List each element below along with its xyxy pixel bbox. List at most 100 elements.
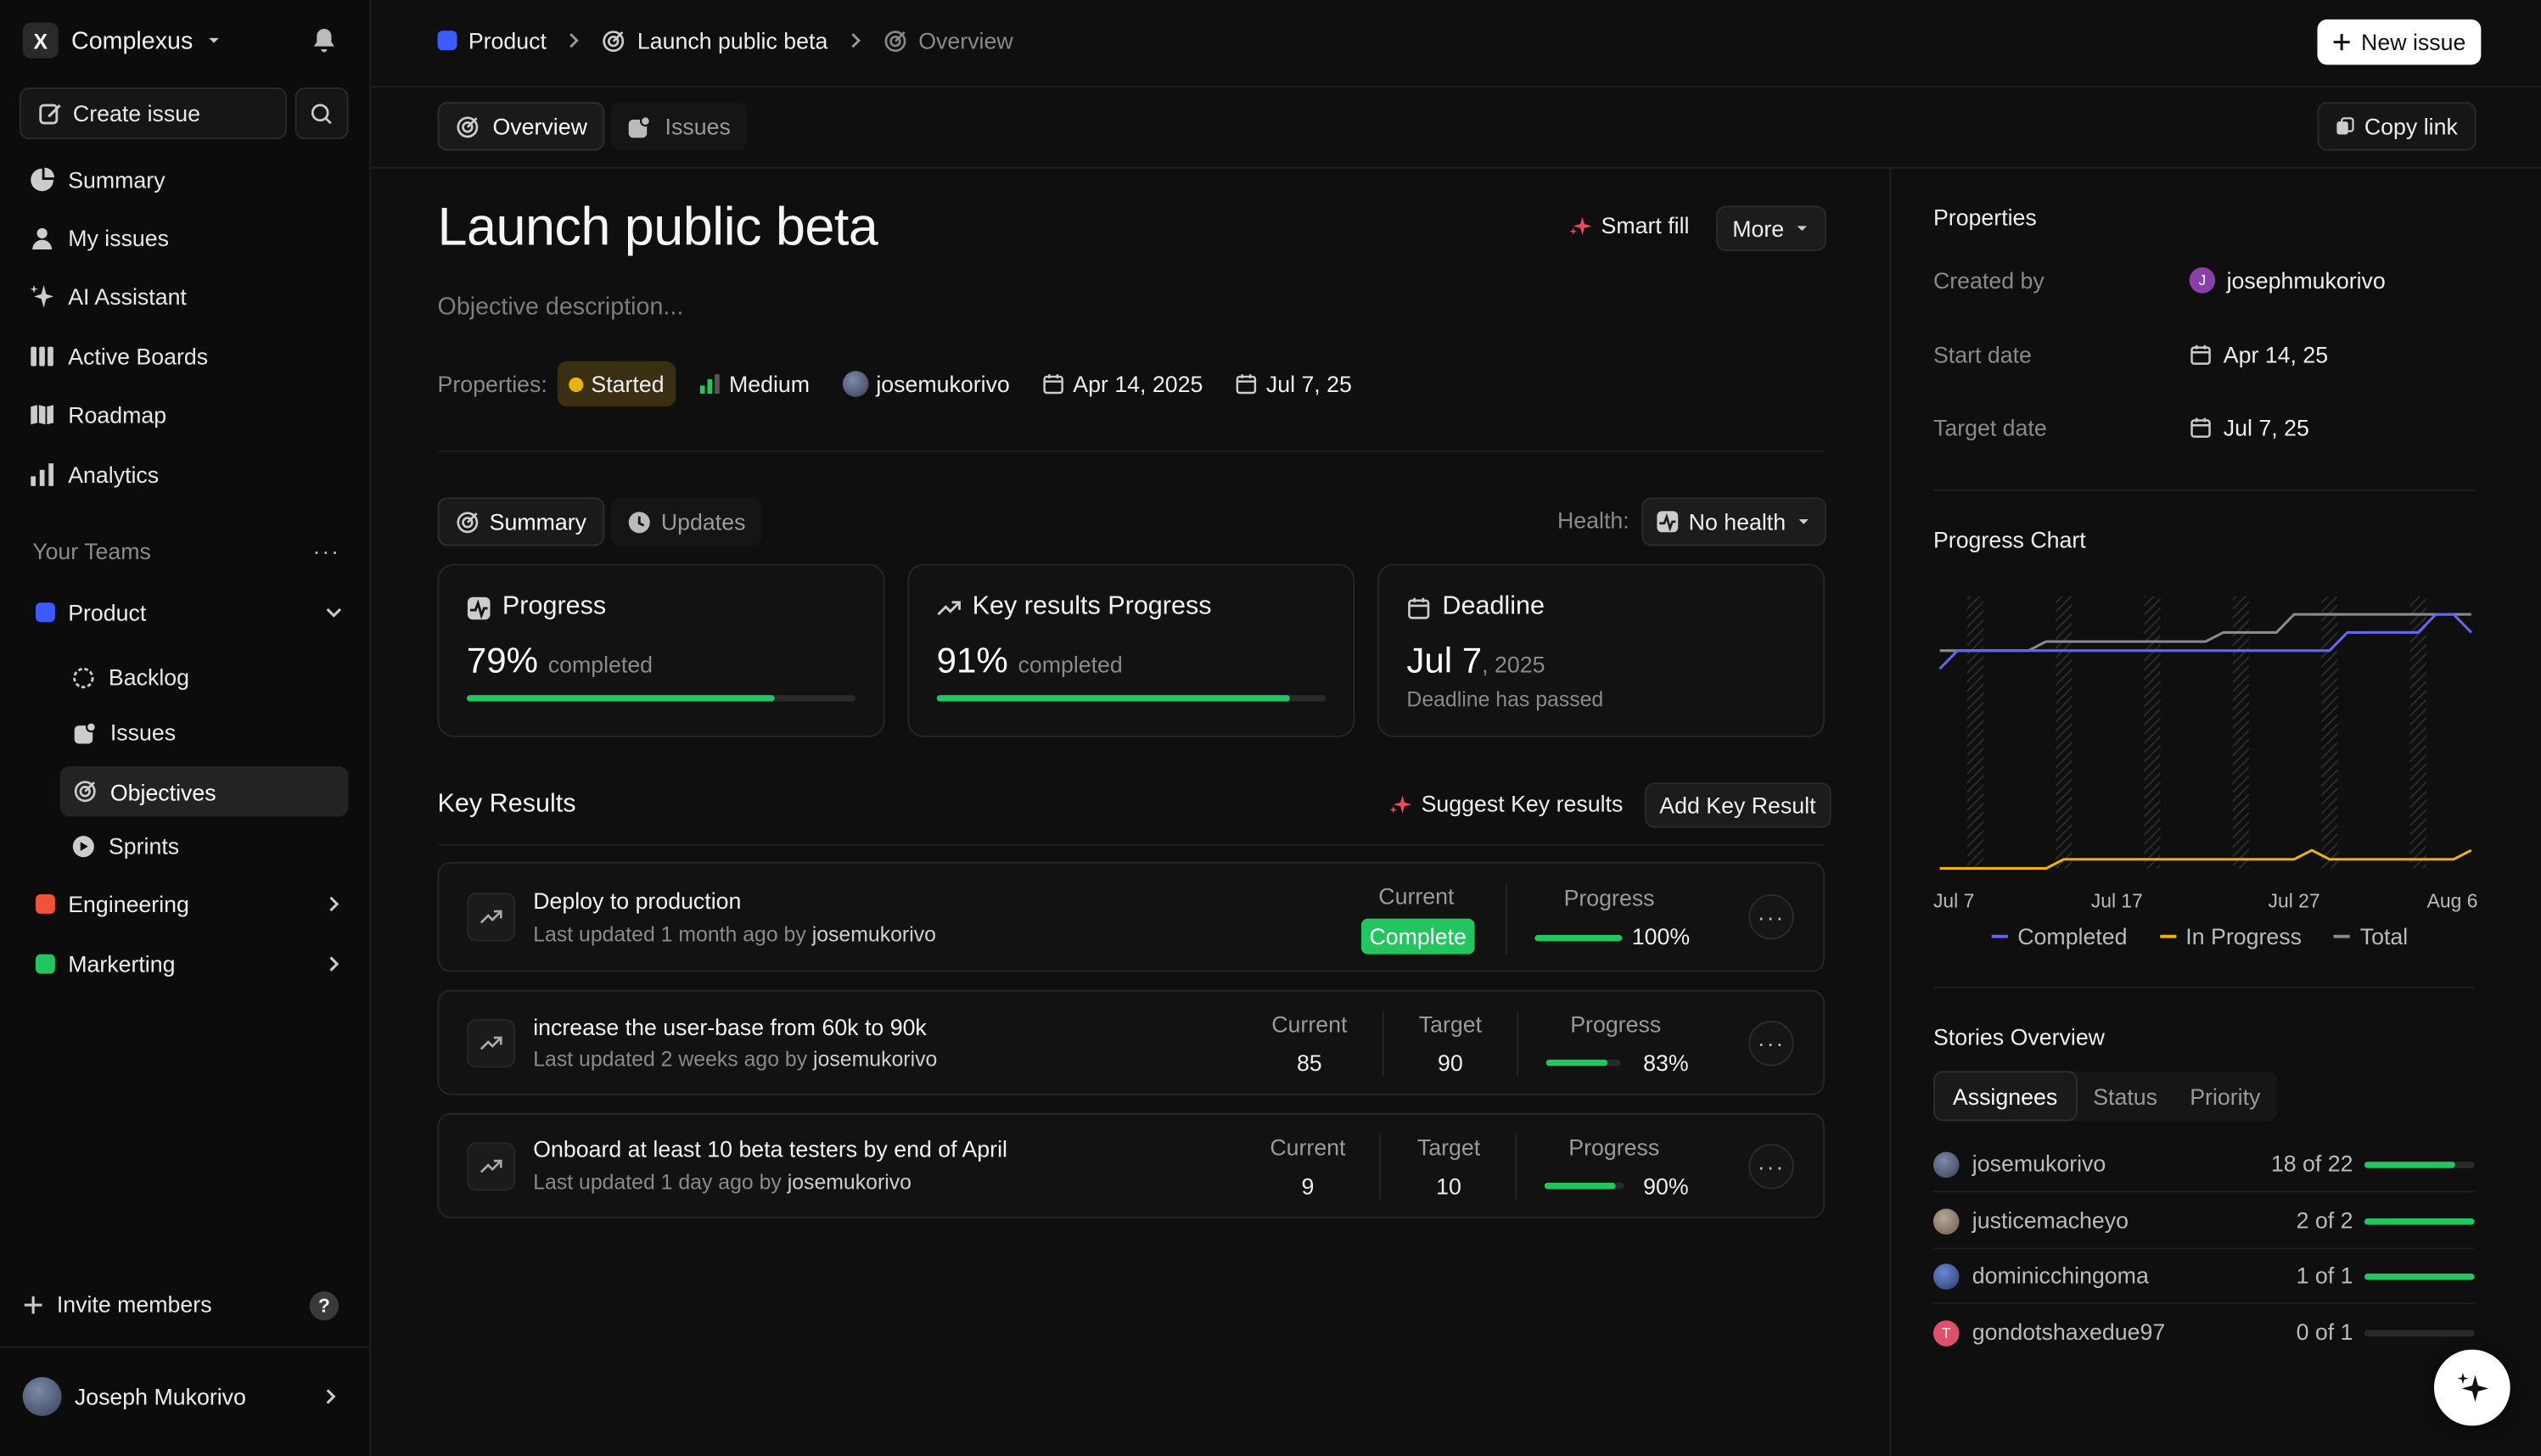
nav-roadmap[interactable]: Roadmap [29,402,166,428]
nav-ai-assistant[interactable]: AI Assistant [29,283,187,310]
trending-up-icon [466,1142,516,1191]
search-button[interactable] [294,87,349,140]
invite-members-button[interactable]: Invite members [23,1291,212,1317]
team-item-sprints[interactable]: Sprints [71,832,179,859]
updated-by: josemukorivo [813,1046,938,1072]
add-key-result-button[interactable]: Add Key Result [1645,782,1831,828]
divider [371,86,2541,88]
properties-panel: Properties Created by J josephmukorivo S… [1891,169,2541,1456]
more-dropdown[interactable]: More [1716,205,1826,251]
kr-progress-value: 91% [936,640,1008,680]
nav-active-boards[interactable]: Active Boards [29,344,208,369]
sparkle-icon [2454,1369,2490,1405]
ai-assistant-fab[interactable] [2433,1349,2510,1426]
help-button[interactable]: ? [309,1291,339,1321]
chevron-down-icon [324,602,344,622]
team-product[interactable]: Product [36,599,344,625]
assignee-row: T gondotshaxedue97 0 of 1 [1932,1306,2475,1361]
properties-label: Properties: [437,371,547,397]
copy-link-label: Copy link [2364,113,2458,140]
priority-pill[interactable]: Medium [698,371,810,397]
nav-summary[interactable]: Summary [29,167,165,193]
kr-progress-value: 83% [1643,1050,1689,1076]
nav-my-issues[interactable]: My issues [29,225,169,251]
more-options-button[interactable]: ··· [1748,1144,1794,1190]
team-engineering[interactable]: Engineering [36,891,344,917]
description-input[interactable]: Objective description... [438,294,684,321]
owner-pill[interactable]: josemukorivo [842,371,1010,397]
objective-title[interactable]: Launch public beta [438,196,878,258]
chart-title: Progress Chart [1932,526,2086,553]
team-item-label: Sprints [108,832,180,860]
teams-options-icon[interactable]: ··· [313,538,340,564]
start-date-value[interactable]: Apr 14, 25 [2190,342,2328,367]
target-date-pill[interactable]: Jul 7, 25 [1236,371,1352,397]
team-item-objectives[interactable]: Objectives [59,766,349,817]
issues-icon [73,720,98,745]
legend-label: Total [2359,923,2409,949]
kr-progress-bar [1544,1182,1624,1190]
owner-label: josemukorivo [876,371,1010,397]
bar-chart-icon [29,462,55,488]
kr-progress-value: 100% [1631,923,1691,949]
card-suffix: completed [547,651,653,678]
nav-analytics[interactable]: Analytics [29,462,159,488]
bell-icon[interactable] [310,26,339,55]
workspace-switcher[interactable]: X Complexus [22,22,222,59]
tab-priority[interactable]: Priority [2174,1071,2276,1121]
team-marketing[interactable]: Markerting [36,951,344,977]
key-result-row[interactable]: Onboard at least 10 beta testers by end … [437,1112,1826,1218]
more-options-button[interactable]: ··· [1748,1020,1794,1067]
properties-row: Properties: Started Medium josemukorivo … [437,361,1352,407]
breadcrumb-product[interactable]: Product [468,27,547,53]
card-value: Jul 7, 2025 [1406,640,1545,682]
assignee-count: 2 of 2 [2296,1207,2353,1234]
team-item-label: Issues [109,719,177,746]
health-dropdown[interactable]: No health [1641,497,1826,546]
tab-overview[interactable]: Overview [437,102,605,151]
deadline-note: Deadline has passed [1406,686,1604,712]
user-menu[interactable]: Joseph Mukorivo [22,1377,340,1416]
new-issue-label: New issue [2361,29,2466,55]
create-issue-button[interactable]: Create issue [19,87,287,140]
target-date-value[interactable]: Jul 7, 25 [2190,415,2309,440]
team-color-dot [437,31,457,51]
chart-x-tick: Jul 17 [2090,889,2143,913]
legend-swatch [2159,934,2176,938]
updated-text: Last updated 1 month ago by [533,921,806,947]
updated-text: Last updated 2 weeks ago by [533,1046,808,1072]
more-options-button[interactable]: ··· [1748,894,1794,940]
kr-progress-bar [1545,1059,1621,1067]
chart-x-tick: Jul 7 [1932,889,1975,913]
chevron-down-icon [1794,221,1810,237]
legend-item-completed: Completed [1991,923,2128,949]
current-header: Current [1271,1011,1348,1038]
team-item-issues[interactable]: Issues [73,719,177,746]
avatar: J [2189,267,2216,294]
created-by-value[interactable]: J josephmukorivo [2189,267,2386,294]
key-result-row[interactable]: increase the user-base from 60k to 90k L… [437,989,1826,1095]
tab-updates[interactable]: Updates [610,497,762,546]
new-issue-button[interactable]: New issue [2317,19,2481,65]
status-badge[interactable]: Started [557,361,676,407]
chart-x-tick: Jul 27 [2268,889,2320,913]
view-tabs: Overview Issues [437,102,747,151]
start-date-pill[interactable]: Apr 14, 2025 [1042,371,1203,397]
chart-series-in-progress [1939,848,2472,870]
deadline-card: Deadline Jul 7, 2025 Deadline has passed [1377,563,1826,737]
team-item-backlog[interactable]: Backlog [71,664,189,690]
legend-item-in-progress: In Progress [2159,923,2302,949]
chevron-right-icon [845,31,865,50]
breadcrumb-current: Overview [918,27,1013,54]
copy-link-button[interactable]: Copy link [2317,102,2476,151]
team-name: Engineering [68,891,189,917]
status-dot [568,376,583,392]
breadcrumb-objective[interactable]: Launch public beta [637,27,827,53]
tab-issues[interactable]: Issues [611,102,747,151]
key-result-row[interactable]: Deploy to production Last updated 1 mont… [437,861,1826,972]
tab-summary[interactable]: Summary [437,497,605,546]
suggest-key-results-button[interactable]: Suggest Key results [1388,791,1623,816]
tab-assignees[interactable]: Assignees [1932,1071,2078,1122]
smart-fill-button[interactable]: Smart fill [1568,212,1690,238]
tab-status[interactable]: Status [2077,1071,2174,1121]
